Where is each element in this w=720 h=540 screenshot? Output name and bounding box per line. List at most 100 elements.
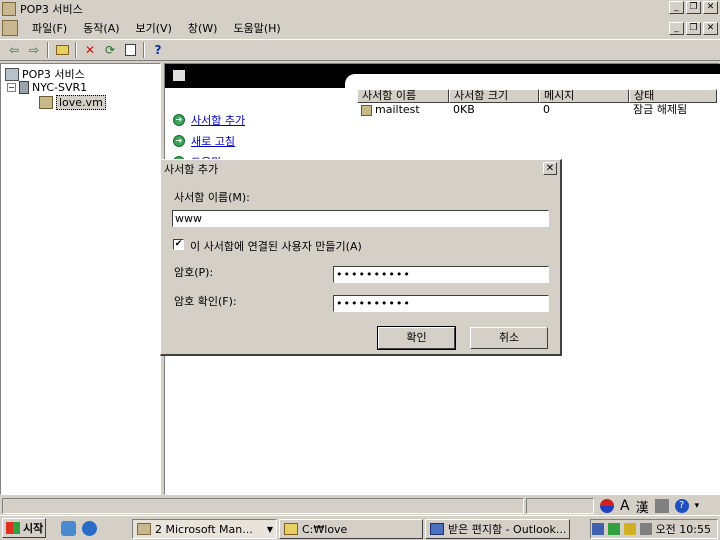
taskbar: 시작 2 Microsoft Man... ▼ C:₩love 받은 편지함 -… bbox=[0, 515, 720, 540]
menu-view[interactable]: 보기(V) bbox=[128, 20, 180, 36]
dialog-title-bar: 사서함 추가 ✕ bbox=[161, 160, 560, 178]
menu-window[interactable]: 창(W) bbox=[180, 20, 226, 36]
column-mailbox-name[interactable]: 사서함 이름 bbox=[357, 89, 449, 103]
dialog-title: 사서함 추가 bbox=[164, 163, 219, 176]
confirm-password-input[interactable]: •••••••••• bbox=[333, 295, 549, 312]
taskbar-button-mmc[interactable]: 2 Microsoft Man... ▼ bbox=[132, 519, 277, 539]
password-label: 암호(P): bbox=[174, 266, 214, 279]
cell-mailbox-name: mailtest bbox=[375, 103, 420, 116]
export-list-icon[interactable] bbox=[120, 41, 140, 59]
status-pane-secondary bbox=[526, 498, 594, 514]
window-title: POP3 서비스 bbox=[20, 2, 83, 16]
langbar-options-icon[interactable]: ▾ bbox=[695, 501, 700, 511]
tree-node-domain[interactable]: love.vm bbox=[39, 95, 106, 110]
child-restore-button[interactable]: ❐ bbox=[686, 22, 701, 35]
mailbox-list-header: 사서함 이름 사서함 크기 메시지 상태 bbox=[357, 89, 717, 103]
connection-icon[interactable] bbox=[607, 523, 620, 535]
pop3-service-icon bbox=[5, 67, 19, 81]
minimize-button[interactable]: _ bbox=[669, 1, 684, 14]
domain-header-icon bbox=[173, 70, 185, 81]
quicklaunch-desktop-icon[interactable] bbox=[61, 521, 76, 536]
network-icon[interactable] bbox=[591, 523, 604, 535]
tree-label-root: POP3 서비스 bbox=[22, 68, 85, 81]
taskbar-label-outlook: 받은 편지함 - Outlook... bbox=[448, 523, 567, 536]
console-tree: POP3 서비스 − NYC-SVR1 love.vm bbox=[0, 63, 161, 495]
system-tray: 오전 10:55 bbox=[590, 519, 718, 539]
group-arrow-icon: ▼ bbox=[266, 524, 273, 534]
pop3-app-icon bbox=[2, 1, 16, 16]
refresh-arrow-icon: ➜ bbox=[173, 135, 185, 147]
table-row[interactable]: mailtest 0KB 0 잠금 해제됨 bbox=[357, 103, 717, 117]
clock[interactable]: 오전 10:55 bbox=[656, 521, 711, 537]
console-icon[interactable] bbox=[2, 20, 18, 36]
header-curve bbox=[345, 74, 720, 88]
restore-button[interactable]: ❐ bbox=[686, 1, 701, 14]
column-messages[interactable]: 메시지 bbox=[539, 89, 629, 103]
forward-arrow-icon[interactable]: ⇨ bbox=[24, 41, 44, 59]
ime-hanja[interactable]: 漢 bbox=[636, 497, 649, 516]
task-refresh[interactable]: ➜ 새로 고침 bbox=[173, 133, 235, 149]
mmc-icon bbox=[137, 523, 151, 535]
ime-korean-icon[interactable] bbox=[600, 499, 614, 513]
taskbar-button-outlook[interactable]: 받은 편지함 - Outlook... bbox=[425, 519, 570, 539]
mailbox-name-label: 사서함 이름(M): bbox=[174, 191, 250, 204]
folder-icon bbox=[284, 523, 298, 535]
cell-messages: 0 bbox=[543, 103, 550, 116]
tree-label-domain: love.vm bbox=[56, 95, 106, 110]
child-minimize-button[interactable]: _ bbox=[669, 22, 684, 35]
menu-help[interactable]: 도움말(H) bbox=[225, 20, 288, 36]
password-input[interactable]: •••••••••• bbox=[333, 266, 549, 283]
refresh-icon[interactable]: ⟳ bbox=[100, 41, 120, 59]
menu-action[interactable]: 동작(A) bbox=[75, 20, 127, 36]
ime-mode-alpha[interactable]: A bbox=[620, 498, 630, 514]
task-add-mailbox[interactable]: ➜ 사서함 추가 bbox=[173, 112, 245, 128]
cancel-button[interactable]: 취소 bbox=[470, 327, 548, 349]
toolbar-separator bbox=[143, 42, 145, 58]
language-bar: A 漢 ? ▾ bbox=[596, 497, 700, 516]
taskbar-button-folder[interactable]: C:₩love bbox=[279, 519, 423, 539]
create-user-checkbox[interactable]: ✔ bbox=[173, 239, 184, 250]
mailbox-icon bbox=[361, 104, 372, 116]
quicklaunch-ie-icon[interactable] bbox=[82, 521, 97, 536]
refresh-link[interactable]: 새로 고침 bbox=[191, 133, 235, 149]
cell-state: 잠금 해제됨 bbox=[633, 103, 688, 116]
menu-file[interactable]: 파일(F) bbox=[24, 20, 75, 36]
child-close-button[interactable]: ✕ bbox=[703, 22, 718, 35]
column-mailbox-size[interactable]: 사서함 크기 bbox=[449, 89, 539, 103]
add-mailbox-dialog: 사서함 추가 ✕ 사서함 이름(M): www ✔ 이 사서함에 연결된 사용자… bbox=[160, 159, 562, 356]
add-arrow-icon: ➜ bbox=[173, 114, 185, 126]
toolbar-separator bbox=[47, 42, 49, 58]
tree-label-server: NYC-SVR1 bbox=[32, 81, 88, 94]
taskbar-label-mmc: 2 Microsoft Man... bbox=[155, 522, 253, 536]
create-user-label: 이 사서함에 연결된 사용자 만들기(A) bbox=[190, 240, 362, 253]
windows-logo-icon bbox=[6, 522, 20, 534]
close-button[interactable]: ✕ bbox=[703, 1, 718, 14]
dialog-close-button[interactable]: ✕ bbox=[543, 162, 557, 175]
mailbox-name-input[interactable]: www bbox=[172, 210, 549, 227]
help-icon[interactable]: ? bbox=[148, 41, 168, 59]
tree-node-pop3[interactable]: POP3 서비스 bbox=[5, 66, 85, 82]
start-button[interactable]: 시작 bbox=[2, 518, 46, 538]
confirm-password-label: 암호 확인(F): bbox=[174, 295, 237, 308]
ime-help-icon[interactable]: ? bbox=[674, 499, 689, 513]
security-shield-icon[interactable] bbox=[623, 523, 636, 535]
ime-pad-icon[interactable] bbox=[654, 499, 669, 513]
status-pane-main bbox=[2, 498, 524, 514]
taskbar-label-folder: C:₩love bbox=[302, 522, 348, 536]
display-icon[interactable] bbox=[639, 523, 652, 535]
domain-icon bbox=[39, 96, 53, 109]
toolbar-separator bbox=[75, 42, 77, 58]
up-folder-icon[interactable] bbox=[52, 41, 72, 59]
title-bar: POP3 서비스 _ ❐ ✕ bbox=[0, 0, 720, 17]
tree-node-server[interactable]: − NYC-SVR1 bbox=[7, 81, 87, 94]
menu-bar: 파일(F) 동작(A) 보기(V) 창(W) 도움말(H) _ ❐ ✕ bbox=[0, 18, 720, 38]
cell-mailbox-size: 0KB bbox=[453, 103, 475, 116]
collapse-toggle[interactable]: − bbox=[7, 83, 16, 92]
ok-button[interactable]: 확인 bbox=[377, 326, 456, 350]
server-icon bbox=[19, 81, 29, 94]
back-arrow-icon[interactable]: ⇦ bbox=[4, 41, 24, 59]
add-mailbox-link[interactable]: 사서함 추가 bbox=[191, 112, 245, 128]
outlook-icon bbox=[430, 523, 444, 535]
column-state[interactable]: 상태 bbox=[629, 89, 717, 103]
delete-icon[interactable]: ✕ bbox=[80, 41, 100, 59]
